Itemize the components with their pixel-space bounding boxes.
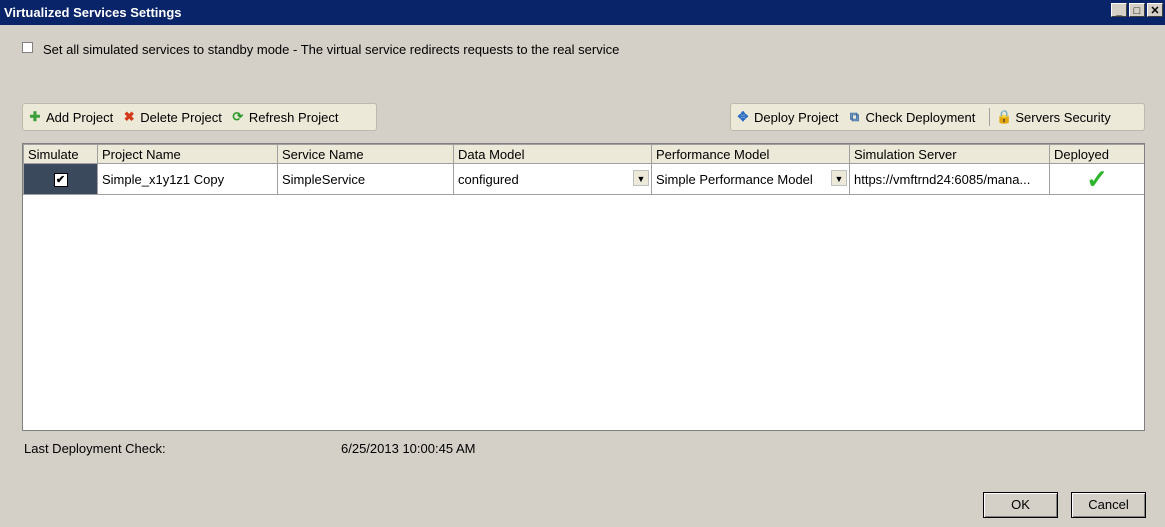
add-project-label: Add Project (46, 109, 114, 125)
refresh-project-button[interactable]: ⟳ Refresh Project (230, 109, 339, 125)
move-arrows-icon: ✥ (737, 109, 749, 124)
delete-project-button[interactable]: ✖ Delete Project (121, 109, 222, 125)
deploy-project-button[interactable]: ✥ Deploy Project (735, 109, 839, 125)
deployed-cell: ✓ (1049, 163, 1144, 195)
maximize-button[interactable]: □ (1129, 3, 1145, 17)
data-model-select[interactable]: configured ▼ (453, 163, 652, 195)
close-button[interactable]: ✕ (1147, 3, 1163, 17)
cancel-button[interactable]: Cancel (1071, 492, 1146, 518)
grid-header-row: Simulate Project Name Service Name Data … (23, 144, 1144, 164)
checkmark-icon: ✓ (1086, 164, 1108, 194)
col-header-data-model[interactable]: Data Model (453, 144, 652, 164)
col-header-deployed[interactable]: Deployed (1049, 144, 1144, 164)
minimize-button[interactable]: _ (1111, 3, 1127, 17)
simulate-checkbox[interactable]: ✔ (53, 173, 68, 187)
check-deployment-button[interactable]: ⧉ Check Deployment (847, 109, 976, 125)
title-bar: Virtualized Services Settings _ □ ✕ (0, 0, 1165, 25)
service-name-cell[interactable]: SimpleService (277, 163, 454, 195)
deployment-toolbar: ✥ Deploy Project ⧉ Check Deployment 🔒 Se… (730, 103, 1145, 131)
col-header-project-name[interactable]: Project Name (97, 144, 278, 164)
simulation-server-cell[interactable]: https://vmftrnd24:6085/mana... (849, 163, 1050, 195)
add-project-button[interactable]: ✚ Add Project (27, 109, 114, 125)
col-header-simulation-server[interactable]: Simulation Server (849, 144, 1050, 164)
servers-security-button[interactable]: 🔒 Servers Security (996, 109, 1110, 125)
table-row[interactable]: ✔ Simple_x1y1z1 Copy SimpleService confi… (23, 163, 1144, 195)
toolbar-separator (989, 108, 991, 126)
servers-security-label: Servers Security (1015, 109, 1111, 125)
last-deployment-check-value: 6/25/2013 10:00:45 AM (341, 441, 476, 456)
simulate-cell[interactable]: ✔ (23, 163, 98, 195)
refresh-icon: ⟳ (232, 109, 244, 124)
data-model-value: configured (458, 171, 519, 187)
check-deployment-icon: ⧉ (849, 109, 860, 124)
col-header-simulate[interactable]: Simulate (23, 144, 98, 164)
col-header-service-name[interactable]: Service Name (277, 144, 454, 164)
window-title: Virtualized Services Settings (4, 5, 182, 20)
performance-model-select[interactable]: Simple Performance Model ▼ (651, 163, 850, 195)
deploy-project-label: Deploy Project (754, 109, 839, 125)
ok-button[interactable]: OK (983, 492, 1058, 518)
standby-label: Set all simulated services to standby mo… (43, 42, 620, 57)
projects-grid: Simulate Project Name Service Name Data … (22, 143, 1145, 431)
project-toolbar: ✚ Add Project ✖ Delete Project ⟳ Refresh… (22, 103, 377, 131)
performance-model-value: Simple Performance Model (656, 171, 813, 187)
col-header-performance-model[interactable]: Performance Model (651, 144, 850, 164)
chevron-down-icon[interactable]: ▼ (633, 170, 649, 186)
window-controls: _ □ ✕ (1111, 3, 1163, 17)
delete-project-label: Delete Project (140, 109, 222, 125)
delete-x-icon: ✖ (123, 109, 135, 124)
refresh-project-label: Refresh Project (248, 109, 339, 125)
check-deployment-label: Check Deployment (865, 109, 976, 125)
last-deployment-check-label: Last Deployment Check: (24, 441, 166, 456)
plus-icon: ✚ (29, 109, 41, 124)
project-name-cell[interactable]: Simple_x1y1z1 Copy (97, 163, 278, 195)
chevron-down-icon[interactable]: ▼ (831, 170, 847, 186)
standby-checkbox[interactable] (22, 42, 33, 53)
lock-icon: 🔒 (996, 109, 1013, 124)
